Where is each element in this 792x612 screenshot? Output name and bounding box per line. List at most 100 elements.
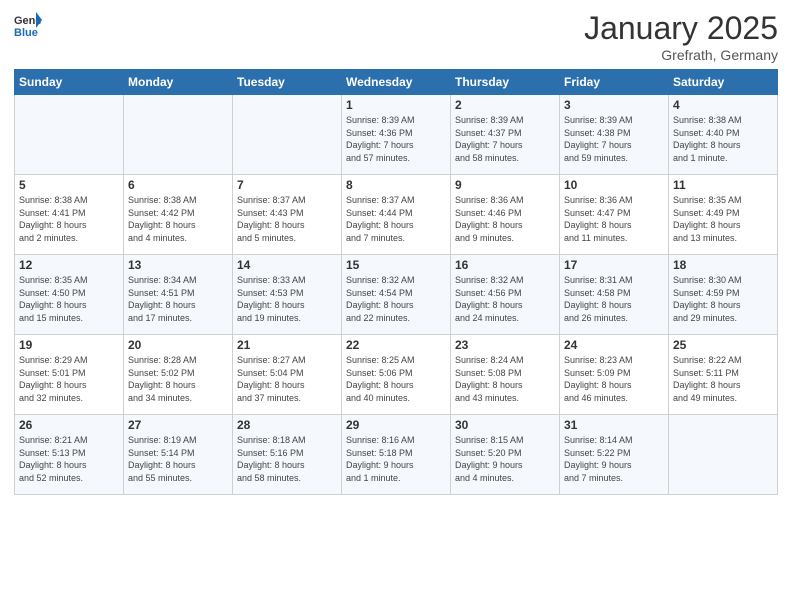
day-number: 31 [564,418,664,432]
title-block: January 2025 Grefrath, Germany [584,10,778,63]
week-row-3: 12Sunrise: 8:35 AM Sunset: 4:50 PM Dayli… [15,255,778,335]
day-number: 25 [673,338,773,352]
day-info: Sunrise: 8:38 AM Sunset: 4:41 PM Dayligh… [19,194,119,244]
day-info: Sunrise: 8:18 AM Sunset: 5:16 PM Dayligh… [237,434,337,484]
weekday-header-sunday: Sunday [15,70,124,95]
day-number: 3 [564,98,664,112]
calendar-cell: 4 Sunrise: 8:38 AM Sunset: 4:40 PM Daylig… [669,95,778,175]
weekday-header-friday: Friday [560,70,669,95]
day-info: Sunrise: 8:36 AM Sunset: 4:46 PM Dayligh… [455,194,555,244]
weekday-header-row: SundayMondayTuesdayWednesdayThursdayFrid… [15,70,778,95]
calendar-cell [669,415,778,495]
day-number: 18 [673,258,773,272]
day-info: Sunrise: 8:33 AM Sunset: 4:53 PM Dayligh… [237,274,337,324]
day-number: 5 [19,178,119,192]
day-number: 13 [128,258,228,272]
day-number: 27 [128,418,228,432]
day-info: Sunrise: 8:39 AM Sunset: 4:37 PM Dayligh… [455,114,555,164]
day-info: Sunrise: 8:32 AM Sunset: 4:56 PM Dayligh… [455,274,555,324]
day-info: Sunrise: 8:25 AM Sunset: 5:06 PM Dayligh… [346,354,446,404]
calendar-cell: 31 Sunrise: 8:14 AM Sunset: 5:22 PM Dayli… [560,415,669,495]
day-info: Sunrise: 8:27 AM Sunset: 5:04 PM Dayligh… [237,354,337,404]
calendar-cell: 2 Sunrise: 8:39 AM Sunset: 4:37 PM Daylig… [451,95,560,175]
day-info: Sunrise: 8:31 AM Sunset: 4:58 PM Dayligh… [564,274,664,324]
calendar-cell: 8Sunrise: 8:37 AM Sunset: 4:44 PM Daylig… [342,175,451,255]
calendar-cell: 17 Sunrise: 8:31 AM Sunset: 4:58 PM Dayli… [560,255,669,335]
svg-text:Blue: Blue [14,27,38,38]
calendar-cell: 15 Sunrise: 8:32 AM Sunset: 4:54 PM Dayli… [342,255,451,335]
day-number: 4 [673,98,773,112]
day-number: 23 [455,338,555,352]
day-info: Sunrise: 8:30 AM Sunset: 4:59 PM Dayligh… [673,274,773,324]
day-info: Sunrise: 8:35 AM Sunset: 4:50 PM Dayligh… [19,274,119,324]
day-info: Sunrise: 8:34 AM Sunset: 4:51 PM Dayligh… [128,274,228,324]
day-number: 8 [346,178,446,192]
weekday-header-thursday: Thursday [451,70,560,95]
day-number: 30 [455,418,555,432]
weekday-header-tuesday: Tuesday [233,70,342,95]
calendar-cell: 12Sunrise: 8:35 AM Sunset: 4:50 PM Dayli… [15,255,124,335]
day-number: 1 [346,98,446,112]
day-number: 17 [564,258,664,272]
day-number: 22 [346,338,446,352]
day-info: Sunrise: 8:19 AM Sunset: 5:14 PM Dayligh… [128,434,228,484]
calendar-cell: 7 Sunrise: 8:37 AM Sunset: 4:43 PM Daylig… [233,175,342,255]
calendar-cell: 21 Sunrise: 8:27 AM Sunset: 5:04 PM Dayli… [233,335,342,415]
week-row-5: 26 Sunrise: 8:21 AM Sunset: 5:13 PM Dayli… [15,415,778,495]
day-info: Sunrise: 8:24 AM Sunset: 5:08 PM Dayligh… [455,354,555,404]
day-number: 7 [237,178,337,192]
calendar-cell: 9Sunrise: 8:36 AM Sunset: 4:46 PM Daylig… [451,175,560,255]
day-number: 20 [128,338,228,352]
calendar-cell: 1Sunrise: 8:39 AM Sunset: 4:36 PM Daylig… [342,95,451,175]
calendar-cell: 24 Sunrise: 8:23 AM Sunset: 5:09 PM Dayli… [560,335,669,415]
month-title: January 2025 [584,10,778,47]
day-number: 16 [455,258,555,272]
calendar-cell: 6 Sunrise: 8:38 AM Sunset: 4:42 PM Daylig… [124,175,233,255]
day-number: 10 [564,178,664,192]
weekday-header-monday: Monday [124,70,233,95]
calendar-cell: 19 Sunrise: 8:29 AM Sunset: 5:01 PM Dayli… [15,335,124,415]
calendar-cell: 27 Sunrise: 8:19 AM Sunset: 5:14 PM Dayli… [124,415,233,495]
calendar-cell [124,95,233,175]
day-info: Sunrise: 8:16 AM Sunset: 5:18 PM Dayligh… [346,434,446,484]
calendar-cell: 23 Sunrise: 8:24 AM Sunset: 5:08 PM Dayli… [451,335,560,415]
day-info: Sunrise: 8:37 AM Sunset: 4:43 PM Dayligh… [237,194,337,244]
day-number: 19 [19,338,119,352]
day-info: Sunrise: 8:32 AM Sunset: 4:54 PM Dayligh… [346,274,446,324]
day-number: 28 [237,418,337,432]
calendar-cell: 18 Sunrise: 8:30 AM Sunset: 4:59 PM Dayli… [669,255,778,335]
calendar-cell: 22 Sunrise: 8:25 AM Sunset: 5:06 PM Dayli… [342,335,451,415]
day-info: Sunrise: 8:22 AM Sunset: 5:11 PM Dayligh… [673,354,773,404]
logo-icon: General Blue [14,10,42,38]
calendar-cell: 20Sunrise: 8:28 AM Sunset: 5:02 PM Dayli… [124,335,233,415]
day-number: 26 [19,418,119,432]
day-info: Sunrise: 8:39 AM Sunset: 4:38 PM Dayligh… [564,114,664,164]
day-info: Sunrise: 8:38 AM Sunset: 4:42 PM Dayligh… [128,194,228,244]
day-info: Sunrise: 8:14 AM Sunset: 5:22 PM Dayligh… [564,434,664,484]
day-number: 21 [237,338,337,352]
day-info: Sunrise: 8:29 AM Sunset: 5:01 PM Dayligh… [19,354,119,404]
day-number: 6 [128,178,228,192]
day-info: Sunrise: 8:23 AM Sunset: 5:09 PM Dayligh… [564,354,664,404]
day-number: 14 [237,258,337,272]
calendar-cell: 3 Sunrise: 8:39 AM Sunset: 4:38 PM Daylig… [560,95,669,175]
calendar-cell: 14 Sunrise: 8:33 AM Sunset: 4:53 PM Dayli… [233,255,342,335]
calendar-cell [233,95,342,175]
calendar-cell [15,95,124,175]
calendar-cell: 30Sunrise: 8:15 AM Sunset: 5:20 PM Dayli… [451,415,560,495]
calendar-cell: 16 Sunrise: 8:32 AM Sunset: 4:56 PM Dayli… [451,255,560,335]
day-number: 24 [564,338,664,352]
calendar-table: SundayMondayTuesdayWednesdayThursdayFrid… [14,69,778,495]
weekday-header-wednesday: Wednesday [342,70,451,95]
day-info: Sunrise: 8:36 AM Sunset: 4:47 PM Dayligh… [564,194,664,244]
calendar-cell: 29Sunrise: 8:16 AM Sunset: 5:18 PM Dayli… [342,415,451,495]
day-number: 15 [346,258,446,272]
calendar-cell: 26 Sunrise: 8:21 AM Sunset: 5:13 PM Dayli… [15,415,124,495]
day-number: 2 [455,98,555,112]
header: General Blue January 2025 Grefrath, Germ… [14,10,778,63]
calendar-cell: 13 Sunrise: 8:34 AM Sunset: 4:51 PM Dayli… [124,255,233,335]
day-info: Sunrise: 8:38 AM Sunset: 4:40 PM Dayligh… [673,114,773,164]
logo: General Blue [14,10,44,38]
day-info: Sunrise: 8:21 AM Sunset: 5:13 PM Dayligh… [19,434,119,484]
calendar-cell: 25 Sunrise: 8:22 AM Sunset: 5:11 PM Dayli… [669,335,778,415]
